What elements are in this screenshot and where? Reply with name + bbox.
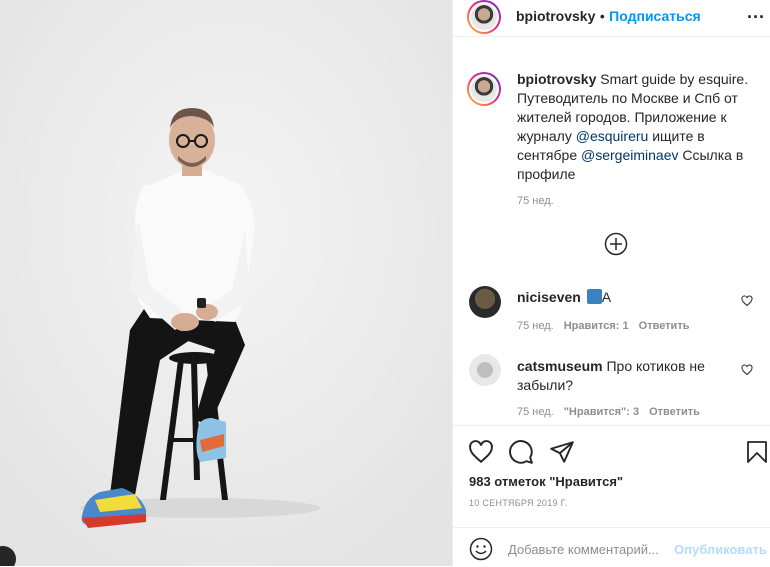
load-more-icon[interactable] (604, 232, 628, 256)
comment-username[interactable]: catsmuseum (517, 358, 603, 374)
more-icon[interactable]: ... (747, 2, 765, 23)
author-avatar[interactable] (467, 0, 501, 34)
action-bar (453, 425, 770, 464)
caption-username[interactable]: bpiotrovsky (517, 71, 596, 87)
publish-button[interactable]: Опубликовать (674, 542, 767, 557)
header-separator: • (599, 8, 605, 24)
comment-body: catsmuseum Про котиков не забыли? (517, 357, 717, 395)
heart-icon[interactable] (468, 439, 494, 465)
comment-body: niciseven А (517, 289, 611, 305)
reply-button[interactable]: Ответить (649, 406, 700, 418)
commenter-avatar[interactable] (469, 354, 501, 386)
caption-timestamp[interactable]: 75 нед. (517, 195, 554, 207)
emoji-badge-icon (586, 289, 602, 304)
author-username[interactable]: bpiotrovsky (516, 8, 595, 24)
post-date[interactable]: 10 СЕНТЯБРЯ 2019 Г. (469, 498, 568, 508)
comment-text: А (601, 289, 612, 305)
comment-likes[interactable]: Нравится: 1 (564, 320, 629, 332)
post-photo[interactable] (0, 0, 452, 566)
comment-input[interactable]: Добавьте комментарий... (508, 542, 659, 557)
caption-avatar[interactable] (467, 72, 501, 106)
comment-time[interactable]: 75 нед. (517, 406, 554, 418)
follow-button[interactable]: Подписаться (609, 8, 701, 24)
post-header: bpiotrovsky • Подписаться ... (453, 0, 770, 37)
likes-count[interactable]: 983 отметок "Нравится" (469, 474, 623, 489)
comment-icon[interactable] (508, 439, 534, 465)
post-caption: bpiotrovsky Smart guide by esquire. Путе… (517, 70, 757, 184)
mention-sergeiminaev[interactable]: @sergeiminaev (581, 147, 678, 163)
bookmark-icon[interactable] (745, 439, 769, 465)
instagram-post-modal: bpiotrovsky • Подписаться ... bpiotrovsk… (0, 0, 770, 566)
comment-time[interactable]: 75 нед. (517, 320, 554, 332)
share-icon[interactable] (549, 439, 575, 465)
emoji-icon[interactable] (469, 537, 493, 561)
comment-meta: 75 нед. "Нравится": 3 Ответить (517, 406, 700, 418)
comment-username[interactable]: niciseven (517, 289, 581, 305)
comment-likes[interactable]: "Нравится": 3 (564, 406, 639, 418)
comment-like-icon[interactable] (741, 364, 753, 376)
photo-image (0, 0, 452, 566)
comment-form: Добавьте комментарий... Опубликовать (453, 527, 770, 567)
comment-like-icon[interactable] (741, 295, 753, 307)
commenter-avatar[interactable] (469, 286, 501, 318)
comment-meta: 75 нед. Нравится: 1 Ответить (517, 320, 689, 332)
mention-esquireru[interactable]: @esquireru (576, 128, 649, 144)
post-sidebar: bpiotrovsky • Подписаться ... bpiotrovsk… (452, 0, 770, 566)
reply-button[interactable]: Ответить (639, 320, 690, 332)
